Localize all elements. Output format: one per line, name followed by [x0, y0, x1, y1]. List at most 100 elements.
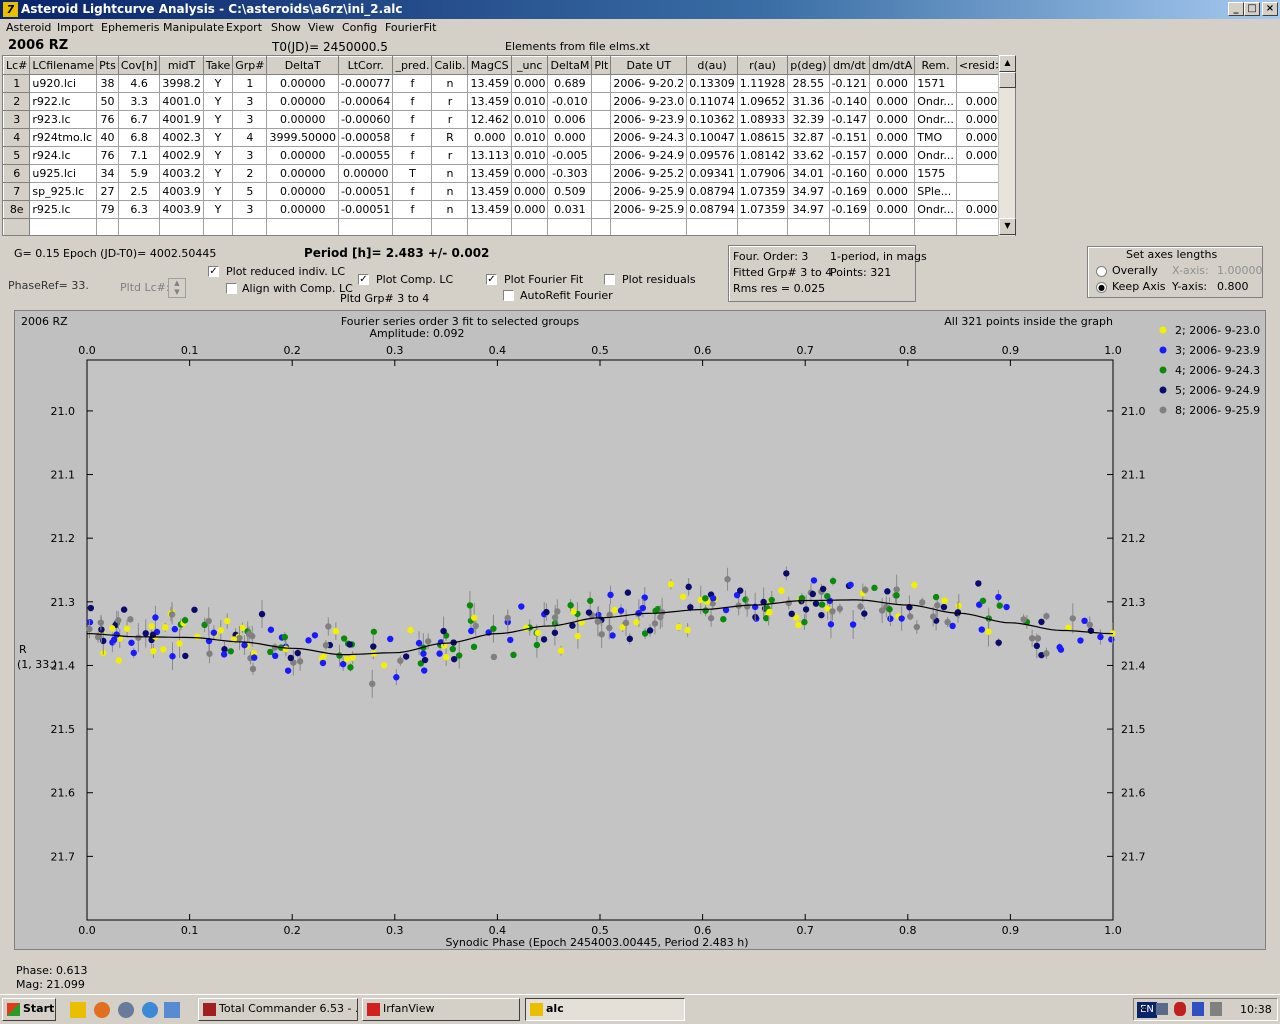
table-cell[interactable]: Y — [203, 110, 234, 129]
table-cell[interactable] — [511, 218, 549, 235]
table-cell[interactable]: 5 — [232, 182, 268, 201]
table-cell[interactable]: 3.3 — [118, 92, 161, 111]
table-cell[interactable]: 2006- 9-25.9 — [610, 200, 688, 219]
table-cell[interactable] — [914, 218, 957, 235]
table-cell[interactable]: f — [392, 128, 433, 147]
table-cell[interactable] — [591, 92, 612, 111]
table-cell[interactable]: -0.00051 — [338, 200, 394, 219]
table-cell[interactable]: r922.lc — [29, 92, 98, 111]
table-cell[interactable]: 40 — [96, 128, 119, 147]
table-cell[interactable] — [591, 218, 612, 235]
column-header[interactable]: dm/dt — [828, 56, 871, 75]
table-cell[interactable]: 3999.50000 — [266, 128, 339, 147]
align-comp-checkbox[interactable] — [226, 283, 237, 294]
table-cell[interactable]: 32.87 — [787, 128, 830, 147]
table-cell[interactable]: Ondr... — [914, 146, 957, 165]
table-cell[interactable]: r — [431, 110, 469, 129]
plot-comp-checkbox[interactable]: ✓ — [358, 274, 369, 285]
table-cell[interactable]: Ondr... — [914, 92, 957, 111]
table-cell[interactable]: 32.39 — [787, 110, 830, 129]
alc-quicklaunch-icon[interactable] — [70, 1002, 86, 1018]
table-cell[interactable]: 12.462 — [467, 110, 512, 129]
table-cell[interactable]: 4002.3 — [159, 128, 204, 147]
table-cell[interactable]: 76 — [96, 110, 119, 129]
column-header[interactable]: Take — [202, 56, 234, 75]
menu-asteroid[interactable]: Asteroid — [6, 21, 51, 34]
column-header[interactable]: DeltaT — [266, 56, 339, 75]
table-cell[interactable]: Y — [203, 92, 234, 111]
table-cell[interactable]: 4003.2 — [159, 164, 204, 183]
plot-fourier-checkbox[interactable]: ✓ — [486, 274, 497, 285]
table-cell[interactable]: 0.000 — [869, 110, 916, 129]
overally-radio[interactable] — [1096, 266, 1107, 277]
menu-show[interactable]: Show — [271, 21, 301, 34]
table-cell[interactable]: 5 — [3, 146, 31, 165]
table-cell[interactable]: 0.000 — [547, 128, 593, 147]
volume-icon[interactable] — [1210, 1002, 1222, 1016]
table-cell[interactable]: Y — [203, 128, 234, 147]
table-cell[interactable] — [96, 218, 119, 235]
column-header[interactable]: Plt — [591, 56, 612, 75]
table-cell[interactable]: -0.00060 — [338, 110, 394, 129]
menu-ephemeris[interactable]: Ephemeris — [101, 21, 159, 34]
table-cell[interactable]: 0.000 — [511, 200, 549, 219]
table-cell[interactable] — [467, 218, 512, 235]
xaxis-value[interactable]: 1.00000 — [1217, 264, 1263, 277]
keep-axis-radio[interactable]: ● — [1096, 282, 1107, 293]
table-cell[interactable]: 0.09341 — [686, 164, 738, 183]
table-cell[interactable]: 0.00000 — [266, 164, 339, 183]
tray-expand-icon[interactable]: « — [1140, 1001, 1147, 1015]
table-cell[interactable]: f — [392, 92, 433, 111]
table-cell[interactable]: 0.00000 — [266, 200, 339, 219]
table-cell[interactable] — [591, 164, 612, 183]
table-cell[interactable]: 2006- 9-20.2 — [610, 74, 688, 93]
table-cell[interactable]: 4001.9 — [159, 110, 204, 129]
table-cell[interactable]: Y — [203, 74, 234, 93]
table-cell[interactable]: 0.000 — [869, 92, 916, 111]
table-cell[interactable]: -0.157 — [829, 146, 871, 165]
table-cell[interactable]: 13.459 — [467, 182, 512, 201]
plot-reduced-checkbox[interactable]: ✓ — [208, 266, 219, 277]
table-cell[interactable]: 50 — [96, 92, 119, 111]
table-cell[interactable]: 0.000 — [869, 74, 916, 93]
table-cell[interactable]: 6.3 — [118, 200, 161, 219]
table-cell[interactable] — [118, 218, 161, 235]
table-cell[interactable]: 4001.0 — [159, 92, 204, 111]
table-cell[interactable]: 0.000 — [869, 182, 916, 201]
table-cell[interactable]: 0.00000 — [338, 164, 394, 183]
table-cell[interactable]: 4003.9 — [159, 200, 204, 219]
table-cell[interactable]: 0.10047 — [686, 128, 738, 147]
table-cell[interactable]: 0.13309 — [686, 74, 738, 93]
antivirus-icon[interactable] — [1174, 1002, 1186, 1016]
menu-import[interactable]: Import — [57, 21, 94, 34]
table-cell[interactable]: r925.lc — [29, 200, 98, 219]
table-cell[interactable]: -0.151 — [829, 128, 871, 147]
table-cell[interactable]: 4002.9 — [159, 146, 204, 165]
table-cell[interactable]: Ondr... — [914, 110, 957, 129]
table-cell[interactable]: 6.7 — [118, 110, 161, 129]
table-cell[interactable]: 79 — [96, 200, 119, 219]
column-header[interactable]: dm/dtA — [869, 56, 916, 75]
table-cell[interactable]: -0.121 — [829, 74, 871, 93]
table-cell[interactable]: r923.lc — [29, 110, 98, 129]
table-cell[interactable]: 1.07906 — [737, 164, 789, 183]
table-cell[interactable]: 34.97 — [787, 182, 830, 201]
table-cell[interactable]: 5.9 — [118, 164, 161, 183]
column-header[interactable]: Lc# — [3, 56, 31, 75]
show-desktop-icon[interactable] — [164, 1002, 180, 1018]
table-cell[interactable]: 28.55 — [787, 74, 830, 93]
table-cell[interactable]: f — [392, 74, 433, 93]
table-cell[interactable]: 0.00000 — [266, 110, 339, 129]
table-cell[interactable]: 1.08615 — [737, 128, 789, 147]
table-cell[interactable]: 8e — [3, 200, 31, 219]
table-cell[interactable]: 38 — [96, 74, 119, 93]
column-header[interactable]: LCfilename — [29, 56, 98, 75]
autorefit-checkbox[interactable] — [503, 290, 514, 301]
table-cell[interactable]: 6 — [3, 164, 31, 183]
table-cell[interactable]: 2006- 9-23.0 — [610, 92, 688, 111]
table-cell[interactable]: 3 — [3, 110, 31, 129]
table-cell[interactable]: 1.07359 — [737, 182, 789, 201]
column-header[interactable]: Pts — [96, 56, 119, 75]
table-cell[interactable]: -0.140 — [829, 92, 871, 111]
table-cell[interactable]: 2006- 9-25.9 — [610, 182, 688, 201]
